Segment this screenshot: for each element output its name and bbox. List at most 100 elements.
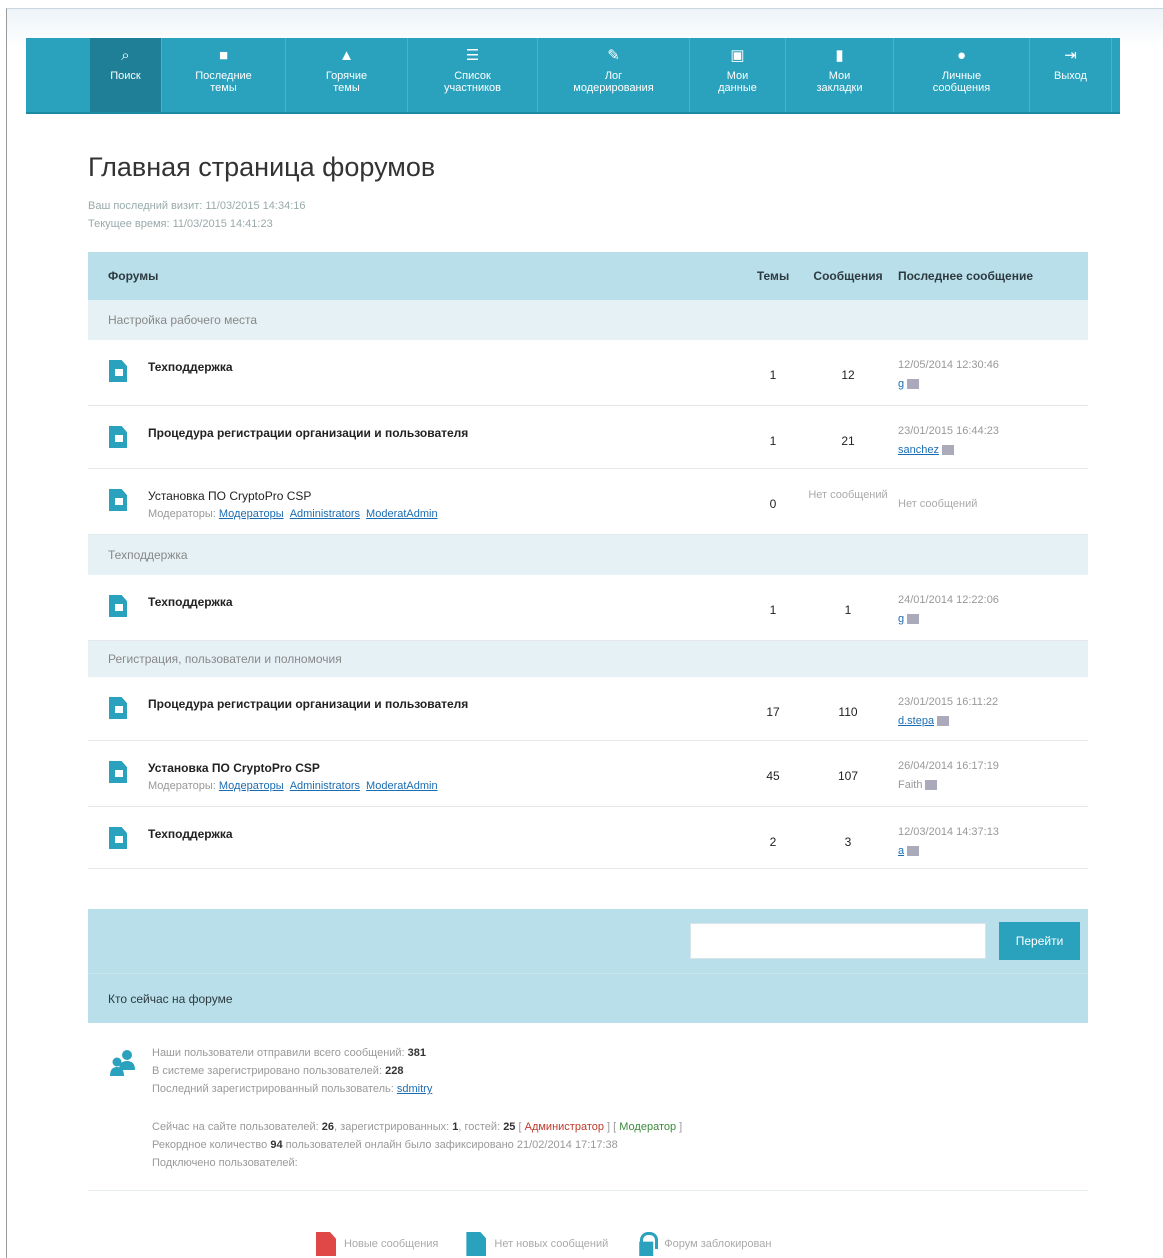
lock-icon [636,1232,659,1256]
bookmark-icon: ▮ [835,47,844,64]
registered-label: В системе зарегистрировано пользователей… [152,1065,383,1077]
search-icon: ⌕ [121,47,130,64]
last-post-author[interactable]: d.stepa [898,715,934,727]
role-admin-legend[interactable]: Администратор [525,1121,604,1133]
forum-link[interactable]: Процедура регистрации организации и поль… [148,426,468,440]
total-posts-label: Наши пользователи отправили всего сообще… [152,1047,405,1059]
nav-label: Мои закладки [816,70,863,94]
nav-moderation-log[interactable]: ✎ Лог модерирования [538,38,690,112]
forum-read-icon [108,697,130,719]
last-post-cell: 24/01/2014 12:22:06 g [894,575,1088,640]
topics-count: 0 [769,497,777,511]
goto-post-icon[interactable] [907,379,920,390]
edit-icon: ✎ [607,47,620,64]
goto-post-icon[interactable] [907,614,920,625]
last-post-author[interactable]: a [898,845,904,857]
newest-user-link[interactable]: sdmitry [397,1083,432,1095]
moderator-link[interactable]: Administrators [290,508,360,520]
posts-count: 21 [841,434,855,448]
legend-label: Форум заблокирован [664,1238,772,1250]
online-registered-label: , зарегистрированных: [334,1121,450,1133]
posts-count: 107 [837,769,859,783]
forum-row[interactable]: Процедура регистрации организации и поль… [88,406,1088,469]
last-post-author[interactable]: Faith [898,779,922,791]
profile-card-icon: ▣ [730,47,745,64]
message-icon: ● [956,47,967,64]
forum-row[interactable]: Установка ПО CryptoPro CSP Модераторы: М… [88,469,1088,535]
nav-label: Горячие темы [325,70,368,94]
list-icon: ☰ [465,47,480,64]
forum-link[interactable]: Техподдержка [148,595,233,609]
forum-row[interactable]: Техподдержка 1 1 24/01/2014 12:22:06 g [88,575,1088,641]
forum-read-icon [108,595,130,617]
nav-my-data[interactable]: ▣ Мои данные [690,38,786,112]
last-post-author[interactable]: sanchez [898,444,939,456]
forum-read-icon [108,360,130,382]
last-post-date: Нет сообщений [898,498,978,510]
moderators-label: Модераторы: [148,780,216,792]
last-visit-text: Ваш последний визит: 11/03/2015 14:34:16 [88,200,306,212]
nav-latest-topics[interactable]: ■ Последние темы [162,38,286,112]
forum-link[interactable]: Установка ПО CryptoPro CSP [148,761,441,775]
forum-table: Форумы Темы Сообщения Последнее сообщени… [88,252,1088,869]
icon-legend: Новые сообщения Нет новых сообщений Фору… [316,1232,799,1256]
users-icon [110,1050,135,1076]
goto-post-icon[interactable] [907,846,920,857]
forum-row[interactable]: Техподдержка 1 12 12/05/2014 12:30:46 g [88,340,1088,406]
posts-count: 3 [844,835,852,849]
forum-row[interactable]: Процедура регистрации организации и поль… [88,677,1088,741]
legend-label: Нет новых сообщений [494,1238,609,1250]
header-forums: Форумы [108,269,159,283]
jump-input[interactable] [690,923,986,959]
header-posts: Сообщения [813,269,883,283]
last-post-author[interactable]: g [898,613,904,625]
posts-count: 12 [841,368,855,382]
topics-count: 45 [766,769,780,783]
goto-post-icon[interactable] [925,780,938,791]
moderator-link[interactable]: Модераторы [219,780,284,792]
forum-link[interactable]: Техподдержка [148,827,233,841]
topics-count: 1 [769,603,777,617]
last-post-date: 24/01/2014 12:22:06 [898,594,999,606]
nav-hot-topics[interactable]: ▲ Горячие темы [286,38,408,112]
role-moderator-legend[interactable]: Модератор [619,1121,676,1133]
online-now-line: Сейчас на сайте пользователей: 26, зарег… [152,1121,683,1133]
forum-link[interactable]: Техподдержка [148,360,233,374]
online-guests-value: 25 [503,1121,516,1133]
registered-value: 228 [385,1065,404,1077]
last-post-cell: 26/04/2014 16:17:19 Faith [894,741,1088,806]
moderator-link[interactable]: ModeratAdmin [366,508,438,520]
jump-bar: Перейти [88,909,1088,973]
forum-row[interactable]: Установка ПО CryptoPro CSP Модераторы: М… [88,741,1088,807]
topics-count: 1 [769,368,777,382]
stats-lines: Наши пользователи отправили всего сообще… [152,1044,432,1098]
main-navigation: ⌕ Поиск ■ Последние темы ▲ Горячие темы … [26,38,1120,114]
record-value: 94 [270,1139,283,1151]
nav-logout[interactable]: ⇥ Выход [1030,38,1112,112]
last-post-author[interactable]: g [898,378,904,390]
forum-cell: Установка ПО CryptoPro CSP Модераторы: М… [88,469,744,534]
nav-label: Последние темы [195,70,252,94]
forum-row[interactable]: Техподдержка 2 3 12/03/2014 14:37:13 a [88,807,1088,869]
current-time-text: Текущее время: 11/03/2015 14:41:23 [88,218,273,230]
nav-my-bookmarks[interactable]: ▮ Мои закладки [786,38,894,112]
online-now-total: 26 [321,1121,335,1133]
moderator-link[interactable]: ModeratAdmin [366,780,438,792]
nav-label: Список участников [443,70,501,94]
moderator-link[interactable]: Модераторы [219,508,284,520]
page-title: Главная страница форумов [88,152,436,182]
last-post-date: 23/01/2015 16:11:22 [898,696,999,708]
goto-post-icon[interactable] [941,445,954,456]
moderators-list: Модераторы: Модераторы Administrators Mo… [148,780,441,792]
forum-link[interactable]: Установка ПО CryptoPro CSP [148,489,441,503]
moderator-link[interactable]: Administrators [290,780,360,792]
goto-post-icon[interactable] [937,716,950,727]
nav-member-list[interactable]: ☰ Список участников [408,38,538,112]
jump-button[interactable]: Перейти [999,922,1080,960]
nav-search[interactable]: ⌕ Поиск [90,38,162,112]
legend-locked: Форум заблокирован [636,1232,771,1256]
forum-link[interactable]: Процедура регистрации организации и поль… [148,697,468,711]
online-guests-label: , гостей: [458,1121,501,1133]
online-now-lines: Сейчас на сайте пользователей: 26, зарег… [152,1118,682,1172]
nav-private-messages[interactable]: ● Личные сообщения [894,38,1030,112]
